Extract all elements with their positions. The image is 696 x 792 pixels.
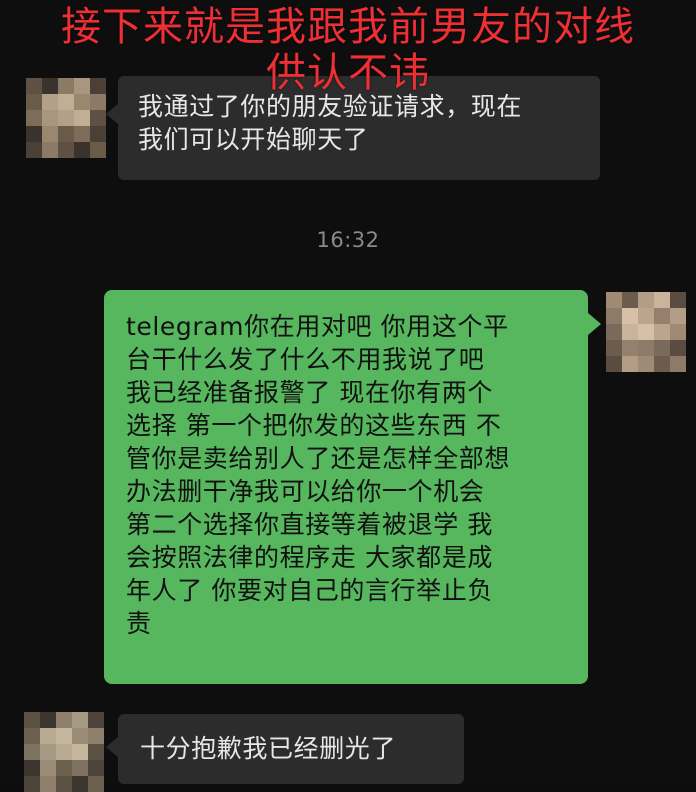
avatar-pixel — [40, 760, 56, 776]
avatar-pixel — [670, 340, 686, 356]
incoming-message-bubble[interactable]: 十分抱歉我已经删光了 — [118, 714, 464, 784]
avatar-pixel — [654, 324, 670, 340]
avatar-pixel — [26, 110, 42, 126]
avatar-pixel — [90, 126, 106, 142]
avatar-pixel — [72, 776, 88, 792]
avatar-pixel — [638, 356, 654, 372]
avatar-pixel — [670, 292, 686, 308]
avatar-pixel — [654, 292, 670, 308]
avatar-pixel — [654, 308, 670, 324]
avatar-pixel — [42, 126, 58, 142]
avatar-pixel — [40, 728, 56, 744]
avatar-pixel — [72, 760, 88, 776]
avatar-pixel — [40, 744, 56, 760]
avatar-pixel — [40, 712, 56, 728]
overlay-caption-line-1: 接下来就是我跟我前男友的对线 — [61, 4, 635, 50]
avatar-pixel — [74, 126, 90, 142]
avatar-pixel — [622, 324, 638, 340]
message-timestamp: 16:32 — [316, 228, 380, 252]
avatar-pixel — [622, 340, 638, 356]
outgoing-message-bubble[interactable]: telegram你在用对吧 你用这个平 台干什么发了什么不用我说了吧 我已经准备… — [104, 290, 588, 684]
avatar-pixel — [72, 712, 88, 728]
avatar-pixel — [74, 110, 90, 126]
bubble-tail — [106, 104, 118, 124]
avatar-pixel — [24, 728, 40, 744]
avatar-pixel — [638, 292, 654, 308]
avatar-pixel — [26, 94, 42, 110]
avatar-pixel — [638, 308, 654, 324]
avatar-pixel — [72, 744, 88, 760]
avatar-pixel — [58, 142, 74, 158]
avatar-pixel — [40, 776, 56, 792]
avatar-pixel — [622, 308, 638, 324]
avatar-pixel — [26, 142, 42, 158]
avatar-pixel — [638, 340, 654, 356]
avatar-pixel — [622, 356, 638, 372]
avatar-pixel — [26, 126, 42, 142]
avatar-pixel — [638, 324, 654, 340]
avatar-pixel — [670, 308, 686, 324]
contact-avatar[interactable] — [24, 712, 104, 792]
avatar-pixel — [606, 292, 622, 308]
avatar-pixel — [90, 142, 106, 158]
avatar-pixel — [24, 776, 40, 792]
avatar-pixel — [654, 340, 670, 356]
avatar-pixel — [88, 728, 104, 744]
avatar-pixel — [74, 142, 90, 158]
avatar-pixel — [58, 110, 74, 126]
message-text: 我通过了你的朋友验证请求，现在 我们可以开始聊天了 — [138, 92, 523, 154]
overlay-caption-line-2: 供认不讳 — [266, 50, 430, 96]
avatar-pixel — [90, 94, 106, 110]
avatar-pixel — [42, 94, 58, 110]
avatar-pixel — [606, 356, 622, 372]
avatar-pixel — [24, 744, 40, 760]
avatar-pixel — [58, 94, 74, 110]
avatar-pixel — [56, 728, 72, 744]
avatar-pixel — [606, 324, 622, 340]
avatar-pixel — [42, 110, 58, 126]
bubble-tail — [106, 737, 118, 757]
avatar-pixel — [56, 776, 72, 792]
avatar-pixel — [670, 356, 686, 372]
avatar-pixel — [58, 126, 74, 142]
avatar-pixel — [670, 324, 686, 340]
avatar-pixel — [56, 712, 72, 728]
my-avatar[interactable] — [606, 292, 686, 372]
avatar-pixel — [88, 776, 104, 792]
avatar-pixel — [654, 356, 670, 372]
avatar-pixel — [56, 744, 72, 760]
avatar-pixel — [88, 744, 104, 760]
chat-screen: 接下来就是我跟我前男友的对线 供认不讳 我通过了你的朋友验证请求，现在 我们可以… — [0, 0, 696, 792]
avatar-pixel — [606, 340, 622, 356]
message-text: telegram你在用对吧 你用这个平 台干什么发了什么不用我说了吧 我已经准备… — [126, 312, 511, 638]
avatar-pixel — [24, 760, 40, 776]
message-text: 十分抱歉我已经删光了 — [140, 734, 397, 763]
avatar-pixel — [72, 728, 88, 744]
avatar-pixel — [606, 308, 622, 324]
avatar-pixel — [56, 760, 72, 776]
avatar-pixel — [622, 292, 638, 308]
bubble-tail — [588, 313, 601, 335]
avatar-pixel — [90, 110, 106, 126]
avatar-pixel — [24, 712, 40, 728]
avatar-pixel — [74, 94, 90, 110]
avatar-pixel — [88, 760, 104, 776]
avatar-pixel — [88, 712, 104, 728]
avatar-pixel — [42, 142, 58, 158]
